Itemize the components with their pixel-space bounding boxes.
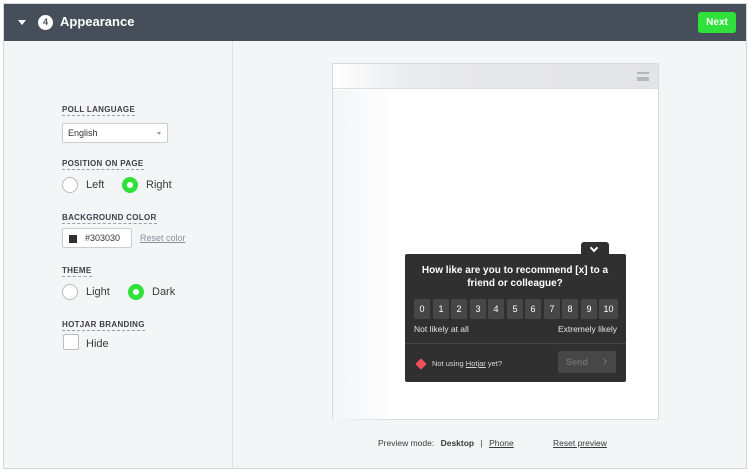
browser-preview: How like are you to recommend [x] to a f… xyxy=(332,63,659,420)
scale-button[interactable]: 0 xyxy=(414,299,430,319)
scale-button[interactable]: 2 xyxy=(451,299,467,319)
step-number-badge: 4 xyxy=(38,15,53,30)
scale-button[interactable]: 10 xyxy=(599,299,618,319)
poll-language-label: POLL LANGUAGE xyxy=(62,105,136,116)
preview-mode-desktop[interactable]: Desktop xyxy=(441,438,475,448)
theme-dark-radio[interactable] xyxy=(128,284,144,300)
poll-toggle-button[interactable] xyxy=(581,242,609,256)
background-color-label: BACKGROUND COLOR xyxy=(62,213,157,224)
background-color-value: #303030 xyxy=(85,233,121,243)
browser-toolbar xyxy=(333,64,658,89)
preview-mode-phone[interactable]: Phone xyxy=(489,438,514,448)
scale-low-label: Not likely at all xyxy=(414,324,469,334)
appearance-section: 4 Appearance Next POLL LANGUAGE English … xyxy=(3,3,747,469)
settings-panel: POLL LANGUAGE English POSITION ON PAGE L… xyxy=(4,41,233,468)
hotjar-link[interactable]: Hotjar xyxy=(466,359,486,368)
scale-button[interactable]: 9 xyxy=(581,299,597,319)
scale-button[interactable]: 5 xyxy=(507,299,523,319)
poll-widget: How like are you to recommend [x] to a f… xyxy=(405,242,626,382)
branding-label: HOTJAR BRANDING xyxy=(62,320,145,331)
scale-button[interactable]: 3 xyxy=(470,299,486,319)
chevron-right-icon xyxy=(599,357,608,366)
scale-button[interactable]: 1 xyxy=(433,299,449,319)
promo-suffix: yet? xyxy=(485,359,503,368)
section-title: Appearance xyxy=(60,14,135,29)
color-swatch xyxy=(69,235,77,243)
hamburger-menu-icon xyxy=(637,72,649,81)
scale-button[interactable]: 7 xyxy=(544,299,560,319)
preview-panel: How like are you to recommend [x] to a f… xyxy=(234,41,746,468)
scale-button[interactable]: 8 xyxy=(562,299,578,319)
next-button[interactable]: Next xyxy=(698,12,736,33)
position-right-radio[interactable] xyxy=(122,177,138,193)
nps-scale: 0 1 2 3 4 5 6 7 8 9 10 xyxy=(414,299,618,319)
send-label: Send xyxy=(566,357,589,367)
position-left-radio[interactable] xyxy=(62,177,78,193)
chevron-down-icon xyxy=(589,243,599,253)
scale-high-label: Extremely likely xyxy=(557,324,617,334)
hotjar-heart-icon xyxy=(415,358,427,370)
theme-light-radio[interactable] xyxy=(62,284,78,300)
theme-light-label[interactable]: Light xyxy=(86,286,110,298)
preview-mode-label: Preview mode: xyxy=(378,438,435,448)
position-left-label[interactable]: Left xyxy=(86,179,104,191)
dropdown-arrow-icon xyxy=(157,132,161,135)
position-right-label[interactable]: Right xyxy=(146,179,172,191)
poll-question: How like are you to recommend [x] to a f… xyxy=(421,265,609,289)
promo-prefix: Not using xyxy=(432,359,466,368)
section-header[interactable]: 4 Appearance Next xyxy=(4,4,746,41)
preview-fade xyxy=(333,90,393,420)
reset-preview-link[interactable]: Reset preview xyxy=(553,438,607,448)
scale-button[interactable]: 6 xyxy=(525,299,541,319)
position-label: POSITION ON PAGE xyxy=(62,159,144,170)
poll-footer: Not using Hotjar yet? Send xyxy=(405,344,626,382)
poll-language-select[interactable]: English xyxy=(62,123,168,143)
preview-mode-separator: | xyxy=(480,438,483,448)
preview-mode-switch: Preview mode: Desktop | Phone xyxy=(378,438,514,448)
reset-color-link[interactable]: Reset color xyxy=(140,233,186,243)
caret-down-icon[interactable] xyxy=(18,20,26,25)
poll-language-value: English xyxy=(68,128,98,138)
hotjar-promo-text: Not using Hotjar yet? xyxy=(432,359,502,368)
background-color-input[interactable]: #303030 xyxy=(62,228,132,248)
send-button[interactable]: Send xyxy=(558,351,616,373)
hide-branding-checkbox[interactable] xyxy=(63,334,79,350)
theme-dark-label[interactable]: Dark xyxy=(152,286,175,298)
theme-label: THEME xyxy=(62,266,92,277)
hide-branding-label[interactable]: Hide xyxy=(86,338,109,350)
scale-button[interactable]: 4 xyxy=(488,299,504,319)
